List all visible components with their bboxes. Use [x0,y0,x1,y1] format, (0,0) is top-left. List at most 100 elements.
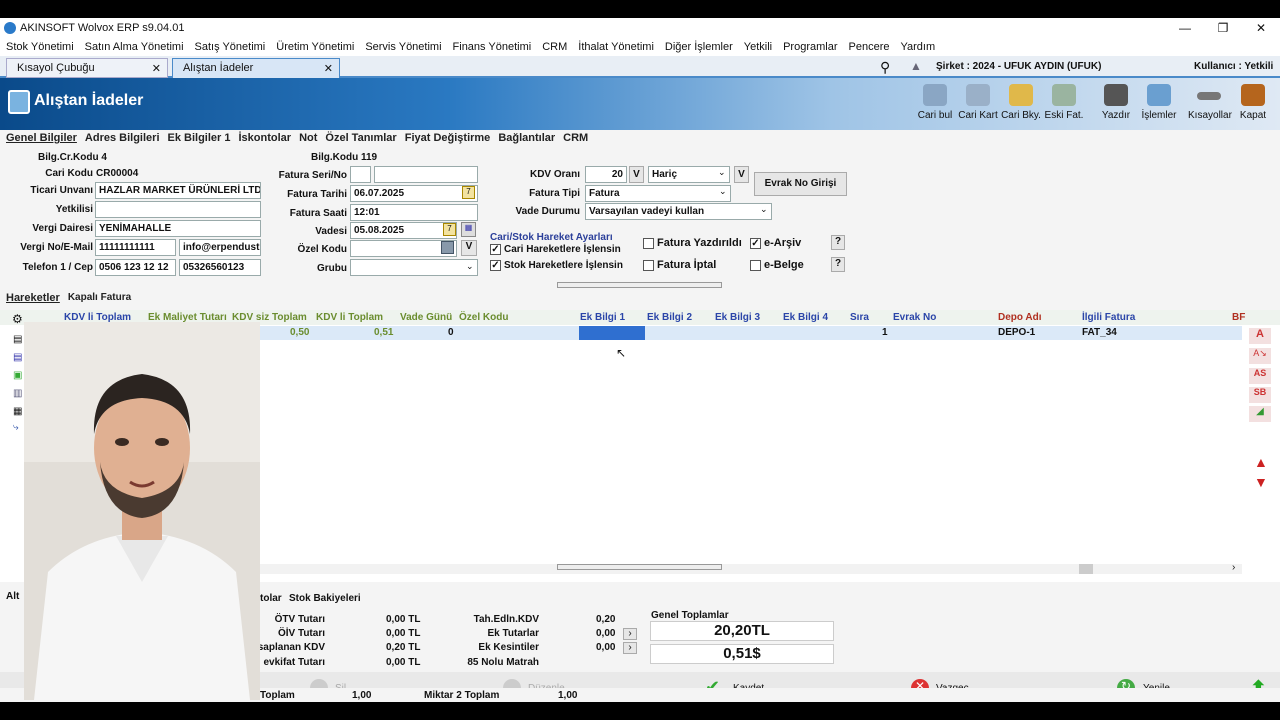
table-cell[interactable]: DEPO-1 [998,327,1035,338]
column-header[interactable]: Vade Günü [400,312,452,323]
splitter-handle[interactable] [557,282,722,288]
tab-stok-bakiyeleri[interactable]: Stok Bakiyeleri [289,593,361,604]
vergi-dairesi-input[interactable]: YENİMAHALLE [95,220,261,237]
tab-kapali-fatura[interactable]: Kapalı Fatura [68,292,131,304]
minimize-button[interactable]: — [1166,18,1204,38]
kisayollar-button[interactable]: Kısayollar [1188,84,1232,121]
calculator-icon[interactable]: ▦ [461,222,476,237]
column-header[interactable]: KDV li Toplam [316,312,383,323]
tab-ek-bilgiler[interactable]: Ek Bilgiler 1 [168,132,231,144]
menu-servis[interactable]: Servis Yönetimi [365,41,441,53]
tab-fiyat-degistirme[interactable]: Fiyat Değiştirme [405,132,491,144]
menu-stok[interactable]: Stok Yönetimi [6,41,74,53]
menu-diger[interactable]: Diğer İşlemler [665,41,733,53]
tab-ozel-tanimlar[interactable]: Özel Tanımlar [325,132,396,144]
email-input[interactable]: info@erpendusti [179,239,261,256]
kapat-button[interactable]: Kapat [1232,84,1274,121]
close-icon[interactable]: ✕ [152,62,161,75]
tree-icon[interactable]: ▦ [13,406,22,417]
v-button[interactable]: V [629,166,644,183]
horizontal-scrollbar[interactable] [260,564,1242,574]
selected-cell[interactable] [579,326,645,340]
tab-alistan-iadeler[interactable]: Alıştan İadeler ✕ [172,58,340,78]
cari-hareket-checkbox[interactable]: ✓ Cari Hareketlere İşlensin [490,244,621,255]
v-button[interactable]: V [734,166,749,183]
column-header[interactable]: Sıra [850,312,869,323]
menu-ithalat[interactable]: İthalat Yönetimi [578,41,654,53]
menu-satis[interactable]: Satış Yönetimi [195,41,266,53]
e-belge-checkbox[interactable]: e-Belge [750,259,804,271]
menu-finans[interactable]: Finans Yönetimi [453,41,532,53]
table-icon[interactable]: ▥ [13,388,22,399]
fatura-yazdirildi-checkbox[interactable]: Fatura Yazdırıldı [643,237,742,249]
close-icon[interactable]: ✕ [324,62,333,75]
islemler-button[interactable]: İşlemler [1138,84,1180,121]
side-button-sb[interactable]: SB [1249,387,1271,403]
column-header[interactable]: Depo Adı [998,312,1042,323]
close-button[interactable]: ✕ [1242,18,1280,38]
table-cell[interactable]: 0 [448,327,454,338]
calendar-icon[interactable]: 7 [462,186,475,199]
tab-adres-bilgileri[interactable]: Adres Bilgileri [85,132,160,144]
chevron-down-icon[interactable]: ⌄ [760,204,768,215]
menu-crm[interactable]: CRM [542,41,567,53]
chevron-down-icon[interactable]: ⌄ [466,261,474,272]
chevron-right-icon[interactable]: › [1232,562,1235,573]
search-icon[interactable]: ⚲ [880,59,890,76]
column-header[interactable]: Özel Kodu [459,312,508,323]
fatura-tipi-select[interactable]: Fatura [585,185,731,202]
ticari-unvan-input[interactable]: HAZLAR MARKET ÜRÜNLERİ LTD ŞT [95,182,261,199]
cari-bul-button[interactable]: Cari bul [914,84,956,121]
restore-button[interactable]: ❐ [1204,18,1242,38]
cari-kart-button[interactable]: Cari Kart [957,84,999,121]
table-cell[interactable]: 0,50 [290,327,309,338]
link-icon[interactable]: ⤷ [13,422,19,433]
chevron-down-icon[interactable]: ⌄ [718,167,726,178]
tab-iskontolar[interactable]: tolar [260,593,282,604]
side-button-as[interactable]: AS [1249,368,1271,384]
cep-input[interactable]: 05326560123 [179,259,261,276]
column-header[interactable]: İlgili Fatura [1082,312,1135,323]
fatura-no-input[interactable] [374,166,478,183]
vadesi-input[interactable]: 05.08.2025 [350,222,457,239]
menu-yardim[interactable]: Yardım [900,41,935,53]
menu-pencere[interactable]: Pencere [849,41,890,53]
fatura-iptal-checkbox[interactable]: Fatura İptal [643,259,716,271]
splitter-handle[interactable] [557,564,722,570]
tab-not[interactable]: Not [299,132,317,144]
v-button[interactable]: V [461,240,477,256]
fatura-tarihi-input[interactable]: 06.07.2025 [350,185,478,202]
chevron-right-icon[interactable]: › [623,642,637,654]
chevron-right-icon[interactable]: › [623,628,637,640]
list-icon[interactable]: ▤ [13,352,22,363]
picture-icon[interactable] [441,241,454,254]
vergi-no-input[interactable]: 11111111111 [95,239,176,256]
tab-alt[interactable]: Alt [6,591,19,602]
menu-uretim[interactable]: Üretim Yönetimi [276,41,354,53]
table-cell[interactable]: FAT_34 [1082,327,1117,338]
calendar-icon[interactable]: 7 [443,223,456,236]
column-header[interactable]: Ek Bilgi 2 [647,312,692,323]
menu-programlar[interactable]: Programlar [783,41,837,53]
yazdir-button[interactable]: Yazdır [1095,84,1137,121]
menu-satin-alma[interactable]: Satın Alma Yönetimi [85,41,184,53]
tab-kisayol[interactable]: Kısayol Çubuğu ✕ [6,58,168,78]
tab-iskontolar[interactable]: İskontolar [238,132,291,144]
arrow-down-icon[interactable]: ▼ [1254,474,1268,490]
tab-crm[interactable]: CRM [563,132,588,144]
fatura-saati-input[interactable]: 12:01 [350,204,478,221]
column-header[interactable]: Ek Bilgi 4 [783,312,828,323]
e-arsiv-checkbox[interactable]: ✓ e-Arşiv [750,237,801,249]
telefon-input[interactable]: 0506 123 12 12 [95,259,176,276]
menu-yetkili[interactable]: Yetkili [744,41,772,53]
bell-icon[interactable]: ▲ [910,59,922,73]
vade-durumu-select[interactable]: Varsayılan vadeyi kullan [585,203,772,220]
scrollbar-thumb[interactable] [1079,564,1093,574]
column-header[interactable]: Evrak No [893,312,936,323]
stok-hareket-checkbox[interactable]: ✓ Stok Hareketlere İşlensin [490,260,623,271]
kdv-orani-input[interactable]: 20 [585,166,627,183]
yetkilisi-input[interactable] [95,201,261,218]
tab-hareketler[interactable]: Hareketler [6,292,60,304]
column-header[interactable]: BF [1232,312,1245,323]
column-header[interactable]: Ek Bilgi 3 [715,312,760,323]
